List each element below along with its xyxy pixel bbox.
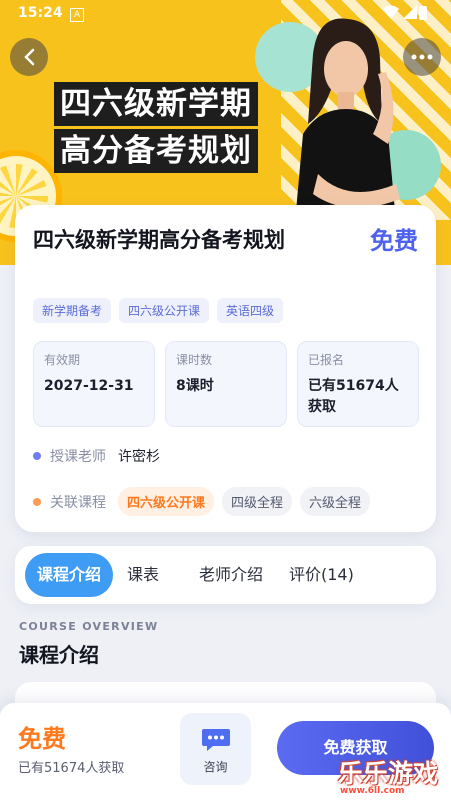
overview-heading-en: COURSE OVERVIEW [19, 620, 159, 633]
related-courses-row: 关联课程 四六级公开课 四级全程 六级全程 [33, 487, 378, 516]
enrolled-count: 已有51674人获取 [18, 761, 125, 776]
site-watermark: 乐乐游戏 [338, 759, 439, 788]
tab-course-intro[interactable]: 课程介绍 [25, 553, 114, 597]
consult-button[interactable]: 咨询 [180, 713, 251, 785]
watermark-url: www.6ll.com [340, 786, 405, 796]
tag-item: 四六级公开课 [119, 298, 210, 323]
teacher-name[interactable]: 许密杉 [118, 446, 160, 466]
status-bar: 15:24 A [0, 0, 451, 28]
tag-item: 英语四级 [217, 298, 284, 323]
hero-title-line2: 高分备考规划 [54, 129, 258, 173]
tab-teacher-intro[interactable]: 老师介绍 [187, 553, 275, 597]
back-button[interactable] [10, 38, 48, 76]
stat-label: 有效期 [44, 353, 81, 367]
more-dots-icon [411, 54, 433, 60]
stat-lessons: 课时数 8课时 [165, 341, 287, 427]
course-info-card: 四六级新学期高分备考规划 免费 新学期备考 四六级公开课 英语四级 有效期 20… [15, 205, 436, 532]
course-tags: 新学期备考 四六级公开课 英语四级 [33, 298, 284, 323]
chat-bubble-icon [201, 729, 230, 751]
related-course-chip[interactable]: 四级全程 [222, 487, 293, 516]
section-tabs: 课程介绍 课表 老师介绍 评价(14) [15, 546, 436, 604]
tag-item: 新学期备考 [33, 298, 112, 323]
stat-label: 课时数 [176, 353, 213, 367]
bottom-price: 免费 [18, 725, 66, 753]
stat-value: 已有51674人获取 [308, 378, 399, 415]
stat-validity: 有效期 2027-12-31 [33, 341, 155, 427]
stat-enrolled: 已报名 已有51674人获取 [297, 341, 419, 427]
hero-title-line1: 四六级新学期 [54, 82, 258, 126]
status-time: 15:24 [18, 5, 63, 21]
stat-value: 8课时 [176, 378, 214, 394]
chevron-left-icon [24, 48, 35, 66]
related-label: 关联课程 [50, 494, 106, 511]
stat-label: 已报名 [308, 353, 345, 367]
wifi-icon [383, 5, 399, 19]
bullet-dot [33, 497, 41, 506]
consult-label: 咨询 [203, 760, 228, 774]
stat-value: 2027-12-31 [44, 378, 134, 394]
bullet-dot [33, 452, 41, 460]
related-course-chip[interactable]: 六级全程 [300, 487, 371, 516]
course-price: 免费 [370, 227, 418, 255]
signal-icon [403, 5, 417, 19]
notification-icon: A [70, 8, 84, 22]
teacher-label: 授课老师 [50, 449, 106, 465]
hero-title: 四六级新学期 高分备考规划 [54, 82, 258, 176]
tab-reviews[interactable]: 评价(14) [277, 553, 366, 597]
course-stats: 有效期 2027-12-31 课时数 8课时 已报名 已有51674人获取 [33, 341, 419, 427]
overview-heading: 课程介绍 [19, 643, 99, 667]
battery-icon [419, 6, 427, 20]
tab-schedule[interactable]: 课表 [115, 553, 171, 597]
more-button[interactable] [403, 38, 441, 76]
course-title: 四六级新学期高分备考规划 [33, 228, 285, 252]
teacher-row: 授课老师 许密杉 [33, 446, 160, 466]
related-course-chip[interactable]: 四六级公开课 [118, 487, 215, 516]
